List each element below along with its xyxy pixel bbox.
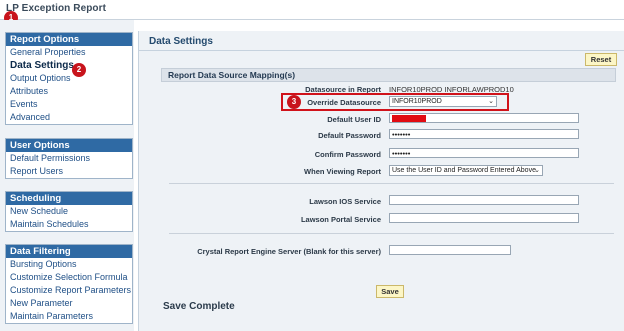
section-header: Report Data Source Mapping(s) (161, 68, 616, 82)
chevron-down-icon: ⌄ (534, 167, 540, 174)
nav-data-settings[interactable]: Data Settings (6, 59, 132, 72)
section-title: Report Data Source Mapping(s) (168, 70, 296, 80)
confirm-password-input[interactable]: ••••••• (389, 148, 579, 158)
crystal-server-label: Crystal Report Engine Server (Blank for … (197, 247, 381, 256)
override-datasource-label: Override Datasource (307, 98, 381, 107)
password-input[interactable]: ••••••• (389, 129, 579, 139)
nav-customize-report-parameters[interactable]: Customize Report Parameters (6, 284, 132, 297)
data-filtering-header: Data Filtering (6, 245, 132, 258)
scheduling-header: Scheduling (6, 192, 132, 205)
step-marker-2: 2 (72, 63, 86, 77)
redacted-user-id (392, 115, 426, 122)
nav-report-users[interactable]: Report Users (6, 165, 132, 178)
nav-advanced[interactable]: Advanced (6, 111, 132, 124)
confirm-password-label: Confirm Password (314, 150, 381, 159)
when-viewing-label: When Viewing Report (304, 167, 381, 176)
portal-service-label: Lawson Portal Service (300, 215, 381, 224)
nav-output-options[interactable]: Output Options (6, 72, 132, 85)
nav-default-permissions[interactable]: Default Permissions (6, 152, 132, 165)
app-title: LP Exception Report (6, 3, 107, 14)
status-message: Save Complete (163, 301, 235, 312)
crystal-server-input[interactable] (389, 245, 511, 255)
step-marker-3: 3 (287, 95, 301, 109)
title-bar: LP Exception Report (0, 0, 624, 19)
chevron-down-icon: ⌄ (488, 98, 494, 105)
header-divider (139, 50, 624, 51)
save-button[interactable]: Save (376, 285, 404, 298)
nav-events[interactable]: Events (6, 98, 132, 111)
nav-customize-selection-formula[interactable]: Customize Selection Formula (6, 271, 132, 284)
nav-maintain-schedules[interactable]: Maintain Schedules (6, 218, 132, 231)
page-title: Data Settings (149, 36, 213, 47)
data-filtering-panel: Data Filtering Bursting Options Customiz… (5, 244, 133, 324)
when-viewing-value: Use the User ID and Password Entered Abo… (392, 167, 536, 174)
override-datasource-value: INFOR10PROD (392, 98, 442, 105)
section-divider (169, 183, 614, 184)
report-options-header: Report Options (6, 33, 132, 46)
section-divider (169, 233, 614, 234)
data-settings-panel: Data Settings Reset Report Data Source M… (138, 31, 624, 331)
user-options-header: User Options (6, 139, 132, 152)
ios-service-input[interactable] (389, 195, 579, 205)
when-viewing-select[interactable]: Use the User ID and Password Entered Abo… (389, 165, 543, 176)
nav-bursting-options[interactable]: Bursting Options (6, 258, 132, 271)
user-id-input[interactable] (389, 113, 579, 123)
password-label: Default Password (318, 131, 381, 140)
report-options-panel: Report Options General Properties Data S… (5, 32, 133, 125)
reset-button[interactable]: Reset (585, 53, 617, 66)
nav-new-parameter[interactable]: New Parameter (6, 297, 132, 310)
nav-attributes[interactable]: Attributes (6, 85, 132, 98)
nav-new-schedule[interactable]: New Schedule (6, 205, 132, 218)
scheduling-panel: Scheduling New Schedule Maintain Schedul… (5, 191, 133, 232)
ios-service-label: Lawson IOS Service (309, 197, 381, 206)
portal-service-input[interactable] (389, 213, 579, 223)
nav-general-properties[interactable]: General Properties (6, 46, 132, 59)
override-datasource-select[interactable]: INFOR10PROD ⌄ (389, 96, 497, 107)
user-options-panel: User Options Default Permissions Report … (5, 138, 133, 179)
nav-maintain-parameters[interactable]: Maintain Parameters (6, 310, 132, 323)
left-navigation: Report Options General Properties Data S… (0, 20, 134, 331)
user-id-label: Default User ID (327, 115, 381, 124)
